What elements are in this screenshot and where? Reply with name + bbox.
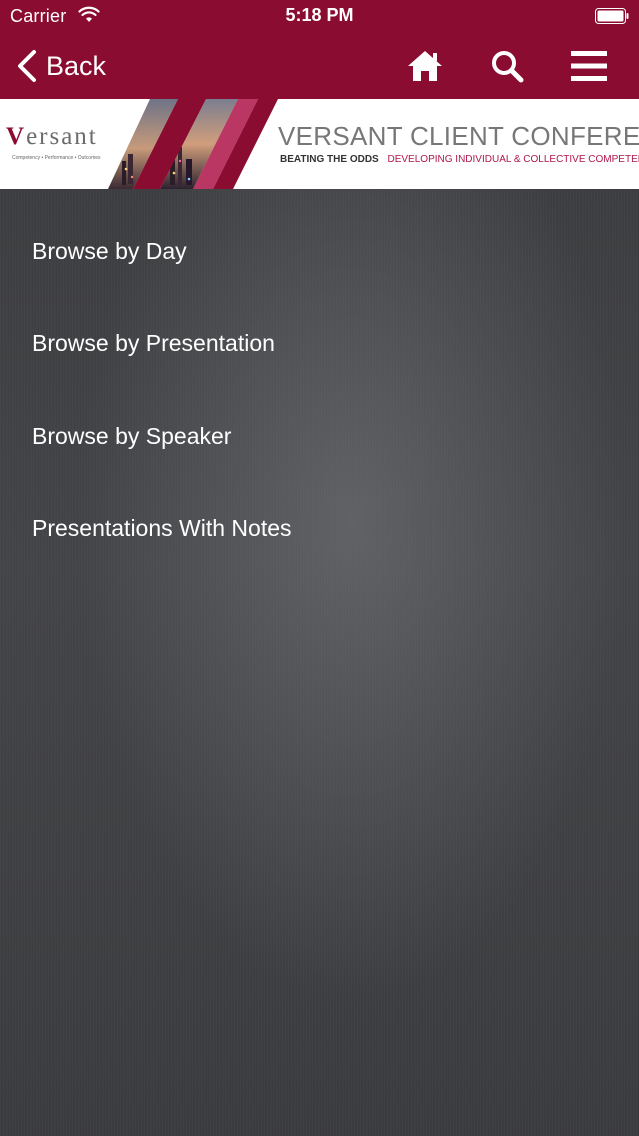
subtitle-right: DEVELOPING INDIVIDUAL & COLLECTIVE COMPE… <box>387 154 639 165</box>
main-content: Browse by Day Browse by Presentation Bro… <box>0 189 639 1136</box>
logo-tagline: Competency • Performance • Outcomes <box>12 155 101 161</box>
menu-icon <box>571 51 607 81</box>
nav-actions <box>403 46 611 86</box>
city-skyline-image <box>108 99 278 189</box>
conference-title: VERSANT CLIENT CONFERENCE <box>278 121 639 151</box>
battery-icon <box>595 8 629 24</box>
clock: 5:18 PM <box>285 5 354 25</box>
nav-bar: Back <box>0 34 639 99</box>
back-button[interactable]: Back <box>14 48 106 84</box>
logo-wordmark: Versant <box>6 123 98 150</box>
search-button[interactable] <box>485 46 529 86</box>
menu-item-presentations-with-notes[interactable]: Presentations With Notes <box>0 483 639 576</box>
back-label: Back <box>46 50 107 81</box>
versant-logo: Versant Competency • Performance • Outco… <box>4 123 116 167</box>
search-icon <box>492 51 524 83</box>
conference-subtitle: BEATING THE ODDS DEVELOPING INDIVIDUAL &… <box>280 154 639 165</box>
menu-item-browse-by-day[interactable]: Browse by Day <box>0 205 639 298</box>
menu-item-browse-by-speaker[interactable]: Browse by Speaker <box>0 390 639 483</box>
subtitle-left: BEATING THE ODDS <box>280 154 379 165</box>
home-icon <box>408 51 442 81</box>
top-bar: Carrier 5:18 PM Back <box>0 0 639 99</box>
browse-menu: Browse by Day Browse by Presentation Bro… <box>0 205 639 575</box>
home-button[interactable] <box>403 46 447 86</box>
chevron-left-icon <box>18 50 36 82</box>
conference-banner: Versant Competency • Performance • Outco… <box>0 99 639 189</box>
menu-item-browse-by-presentation[interactable]: Browse by Presentation <box>0 298 639 391</box>
status-bar: Carrier 5:18 PM <box>0 0 639 34</box>
menu-button[interactable] <box>567 46 611 86</box>
